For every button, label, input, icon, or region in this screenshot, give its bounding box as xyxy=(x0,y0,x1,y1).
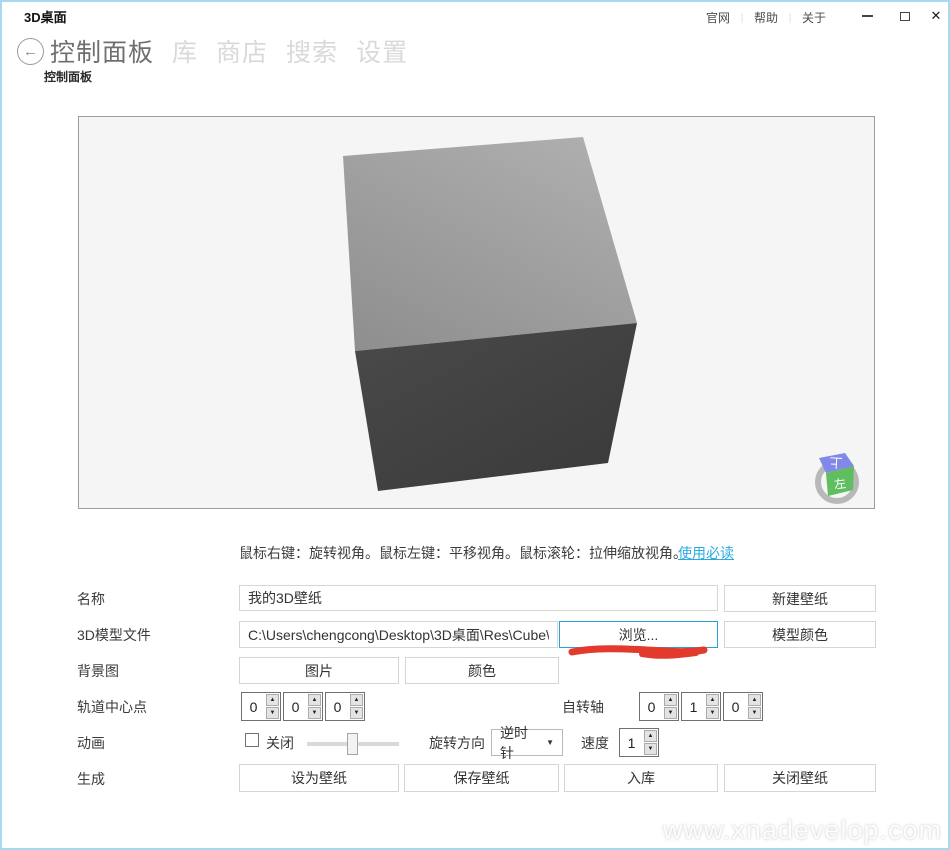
orbit-z-spinner[interactable]: 0 ▲ ▼ xyxy=(325,692,365,721)
spinner-down-icon[interactable]: ▼ xyxy=(748,707,761,719)
spinner-value: 1 xyxy=(627,734,636,751)
spinner-down-icon[interactable]: ▼ xyxy=(644,743,657,755)
animation-off-checkbox[interactable] xyxy=(245,733,259,747)
background-label: 背景图 xyxy=(77,663,119,679)
model-path-input[interactable] xyxy=(239,621,558,648)
titlebar-separator: ｜ xyxy=(784,14,795,25)
axis-x-spinner[interactable]: 0 ▲ ▼ xyxy=(639,692,679,721)
spinner-value: 0 xyxy=(731,698,740,715)
spinner-up-icon[interactable]: ▲ xyxy=(308,694,321,706)
new-wallpaper-button[interactable]: 新建壁纸 xyxy=(724,585,876,612)
rotation-axis-label: 自转轴 xyxy=(562,699,604,715)
cube-3d-render xyxy=(343,137,637,491)
spinner-value: 1 xyxy=(689,698,698,715)
chevron-down-icon: ▼ xyxy=(546,738,554,747)
spinner-up-icon[interactable]: ▲ xyxy=(748,694,761,706)
spinner-value: 0 xyxy=(249,698,258,715)
orbit-x-spinner[interactable]: 0 ▲ ▼ xyxy=(241,692,281,721)
viewport-3d[interactable]: 上 左 xyxy=(78,116,875,509)
back-button[interactable]: ← xyxy=(17,38,44,65)
speed-label: 速度 xyxy=(581,735,609,751)
animation-slider-thumb[interactable] xyxy=(347,733,358,755)
spinner-value: 0 xyxy=(333,698,342,715)
cube-front-face xyxy=(355,323,637,491)
tab-search[interactable]: 搜索 xyxy=(286,33,338,69)
speed-spinner[interactable]: 1 ▲ ▼ xyxy=(619,728,659,757)
spinner-up-icon[interactable]: ▲ xyxy=(706,694,719,706)
close-button[interactable]: ✕ xyxy=(924,6,948,26)
app-title: 3D桌面 xyxy=(24,10,67,25)
minimize-icon xyxy=(861,15,873,17)
titlebar-link-help[interactable]: 帮助 xyxy=(754,9,778,26)
spinner-up-icon[interactable]: ▲ xyxy=(644,730,657,742)
usage-guide-link[interactable]: 使用必读 xyxy=(678,543,734,563)
add-to-library-button[interactable]: 入库 xyxy=(564,764,718,792)
tab-settings[interactable]: 设置 xyxy=(356,33,408,69)
orientation-gizmo[interactable]: 上 左 xyxy=(807,451,867,511)
background-picture-button[interactable]: 图片 xyxy=(239,657,399,684)
model-color-button[interactable]: 模型颜色 xyxy=(724,621,876,648)
close-wallpaper-button[interactable]: 关闭壁纸 xyxy=(724,764,876,792)
spinner-value: 0 xyxy=(647,698,656,715)
axis-z-spinner[interactable]: 0 ▲ ▼ xyxy=(723,692,763,721)
spinner-down-icon[interactable]: ▼ xyxy=(266,707,279,719)
rotation-direction-dropdown[interactable]: 逆时针 ▼ xyxy=(491,725,563,761)
back-arrow-icon: ← xyxy=(23,43,38,60)
spinner-down-icon[interactable]: ▼ xyxy=(664,707,677,719)
spinner-up-icon[interactable]: ▲ xyxy=(266,694,279,706)
titlebar-separator: ｜ xyxy=(736,14,747,25)
titlebar-link-about[interactable]: 关于 xyxy=(802,9,826,26)
watermark: www.xnadevelop.com xyxy=(662,815,942,845)
gizmo-top-label: 上 xyxy=(829,455,843,471)
wallpaper-name-input[interactable] xyxy=(239,585,718,611)
name-label: 名称 xyxy=(77,591,105,607)
spinner-up-icon[interactable]: ▲ xyxy=(664,694,677,706)
set-wallpaper-button[interactable]: 设为壁纸 xyxy=(239,764,399,792)
app-window: 3D桌面 官网 ｜ 帮助 ｜ 关于 ✕ ← 控制面板 库 商店 搜索 设置 控制… xyxy=(0,0,950,850)
nav-tabs: 控制面板 库 商店 搜索 设置 xyxy=(50,33,408,69)
spinner-up-icon[interactable]: ▲ xyxy=(350,694,363,706)
tab-library[interactable]: 库 xyxy=(172,33,198,69)
generate-label: 生成 xyxy=(77,771,105,787)
rotation-direction-label: 旋转方向 xyxy=(429,735,485,751)
cube-top-face xyxy=(343,137,637,351)
tab-control-panel[interactable]: 控制面板 xyxy=(50,33,154,69)
background-color-button[interactable]: 颜色 xyxy=(405,657,559,684)
save-wallpaper-button[interactable]: 保存壁纸 xyxy=(404,764,559,792)
tab-store[interactable]: 商店 xyxy=(216,33,268,69)
titlebar-links: 官网 ｜ 帮助 ｜ 关于 xyxy=(706,9,826,26)
mouse-help-text: 鼠标右键：旋转视角。鼠标左键：平移视角。鼠标滚轮：拉伸缩放视角。 xyxy=(239,545,687,561)
maximize-button[interactable] xyxy=(893,6,917,26)
spinner-down-icon[interactable]: ▼ xyxy=(706,707,719,719)
rotation-direction-value: 逆时针 xyxy=(500,724,528,761)
orbit-y-spinner[interactable]: 0 ▲ ▼ xyxy=(283,692,323,721)
spinner-down-icon[interactable]: ▼ xyxy=(350,707,363,719)
orbit-center-label: 轨道中心点 xyxy=(77,699,147,715)
axis-y-spinner[interactable]: 1 ▲ ▼ xyxy=(681,692,721,721)
breadcrumb: 控制面板 xyxy=(44,70,93,84)
animation-label: 动画 xyxy=(77,735,105,751)
maximize-icon xyxy=(900,11,910,21)
red-underline-annotation xyxy=(568,645,708,659)
gizmo-front-label: 左 xyxy=(833,475,847,491)
titlebar-link-official[interactable]: 官网 xyxy=(706,9,730,26)
spinner-value: 0 xyxy=(291,698,300,715)
minimize-button[interactable] xyxy=(855,6,879,26)
model-file-label: 3D模型文件 xyxy=(77,627,151,643)
animation-off-checkbox-label: 关闭 xyxy=(266,735,294,751)
spinner-down-icon[interactable]: ▼ xyxy=(308,707,321,719)
